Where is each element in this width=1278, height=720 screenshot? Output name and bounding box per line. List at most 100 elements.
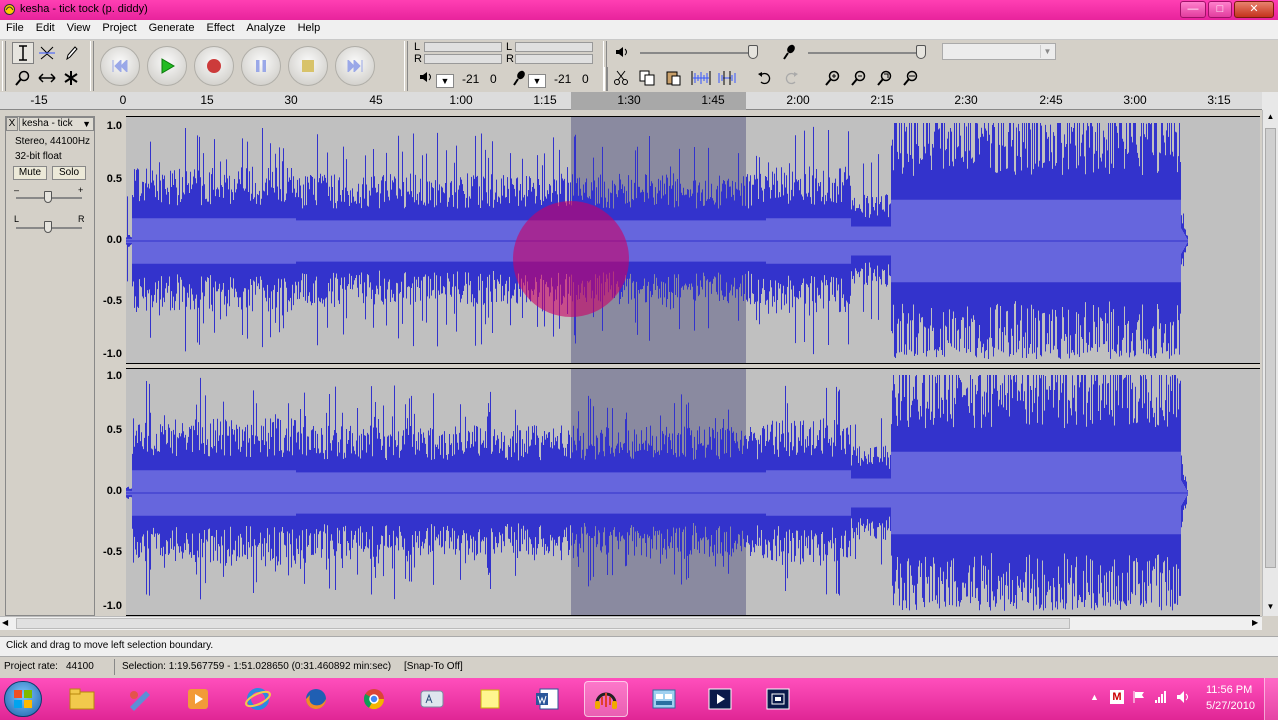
fit-project-icon[interactable] bbox=[900, 67, 922, 89]
track-name-menu[interactable]: kesha - tick ▼ bbox=[19, 117, 94, 131]
tray-m-icon[interactable]: M bbox=[1110, 690, 1124, 704]
explorer-icon[interactable] bbox=[60, 681, 104, 717]
hscrollbar-thumb[interactable] bbox=[16, 618, 1070, 629]
silence-icon[interactable] bbox=[716, 67, 738, 89]
scale-label: 0.0 bbox=[106, 485, 122, 497]
timeline-ruler[interactable]: -15 0 15 30 45 1:00 1:15 1:30 1:45 2:00 … bbox=[0, 92, 1262, 110]
i-beam-icon[interactable] bbox=[12, 42, 34, 64]
scale-label: 1.0 bbox=[106, 120, 122, 132]
language-bar-icon[interactable] bbox=[410, 681, 454, 717]
paste-icon[interactable] bbox=[662, 67, 684, 89]
scroll-down-arrow[interactable]: ▼ bbox=[1265, 602, 1276, 612]
horizontal-scrollbar[interactable]: ◀ ▶ bbox=[0, 616, 1262, 630]
envelope-icon[interactable] bbox=[36, 42, 58, 64]
divider bbox=[114, 659, 115, 675]
waveform-channel-left[interactable] bbox=[126, 116, 1260, 364]
tray-network-icon[interactable] bbox=[1154, 690, 1168, 707]
close-button[interactable]: ✕ bbox=[1234, 1, 1274, 18]
record-icon bbox=[207, 59, 221, 73]
gain-slider-thumb[interactable] bbox=[44, 191, 52, 203]
rec-meter-dropdown[interactable]: ▼ bbox=[528, 74, 546, 88]
menu-help[interactable]: Help bbox=[292, 20, 327, 38]
skip-end-button[interactable] bbox=[335, 46, 375, 86]
track-close-button[interactable]: X bbox=[6, 117, 18, 131]
copy-icon[interactable] bbox=[636, 67, 658, 89]
clock-time[interactable]: 11:56 PM bbox=[1206, 684, 1252, 696]
show-desktop-button[interactable] bbox=[1264, 678, 1278, 720]
toolbar-grip[interactable] bbox=[404, 41, 408, 91]
skip-start-button[interactable] bbox=[100, 46, 140, 86]
menu-view[interactable]: View bbox=[61, 20, 97, 38]
media-player-icon[interactable] bbox=[698, 681, 742, 717]
word-icon[interactable] bbox=[526, 681, 570, 717]
asterisk-icon[interactable] bbox=[60, 67, 82, 89]
chrome-icon[interactable] bbox=[352, 681, 396, 717]
double-arrow-icon[interactable] bbox=[36, 67, 58, 89]
pan-right-label: R bbox=[78, 214, 85, 224]
pan-slider-thumb[interactable] bbox=[44, 221, 52, 233]
start-button[interactable] bbox=[4, 681, 42, 717]
audacity-taskbar-icon[interactable] bbox=[584, 681, 628, 717]
screen-recorder-icon[interactable] bbox=[756, 681, 800, 717]
play-button[interactable] bbox=[147, 46, 187, 86]
zoom-in-icon[interactable] bbox=[822, 67, 844, 89]
undo-icon[interactable] bbox=[754, 67, 776, 89]
play-meter-right bbox=[424, 54, 502, 64]
scrollbar-thumb[interactable] bbox=[1265, 128, 1276, 568]
sticky-notes-icon[interactable] bbox=[468, 681, 512, 717]
input-volume-slider[interactable] bbox=[808, 52, 926, 54]
mouse-cursor-highlight bbox=[513, 201, 629, 317]
tray-expand-icon[interactable]: ▲ bbox=[1090, 692, 1099, 702]
ruler-tick-label: 2:15 bbox=[870, 93, 894, 107]
tray-volume-icon[interactable] bbox=[1176, 690, 1192, 707]
minimize-button[interactable]: — bbox=[1180, 1, 1206, 18]
menu-file[interactable]: File bbox=[0, 20, 30, 38]
taskbar: ▲ M 11:56 PM 5/27/2010 bbox=[0, 678, 1278, 720]
magnifier-icon[interactable] bbox=[12, 67, 34, 89]
window-title: kesha - tick tock (p. diddy) bbox=[20, 3, 148, 15]
redo-icon[interactable] bbox=[780, 67, 802, 89]
maximize-button[interactable]: □ bbox=[1208, 1, 1232, 18]
paint-icon[interactable] bbox=[118, 681, 162, 717]
menu-project[interactable]: Project bbox=[96, 20, 142, 38]
track-control-panel: X kesha - tick ▼ Stereo, 44100Hz 32-bit … bbox=[5, 116, 95, 616]
toolbar-grip[interactable] bbox=[2, 41, 6, 91]
pencil-icon[interactable] bbox=[60, 42, 82, 64]
internet-explorer-icon[interactable] bbox=[236, 681, 280, 717]
menu-effect[interactable]: Effect bbox=[200, 20, 240, 38]
play-meter-left-label: L bbox=[414, 41, 421, 53]
output-volume-thumb[interactable] bbox=[748, 45, 758, 59]
control-panel-icon[interactable] bbox=[642, 681, 686, 717]
input-volume-thumb[interactable] bbox=[916, 45, 926, 59]
record-button[interactable] bbox=[194, 46, 234, 86]
scroll-right-arrow[interactable]: ▶ bbox=[1252, 618, 1258, 627]
menu-edit[interactable]: Edit bbox=[30, 20, 61, 38]
scroll-up-arrow[interactable]: ▲ bbox=[1265, 112, 1276, 122]
fit-selection-icon[interactable] bbox=[874, 67, 896, 89]
menu-analyze[interactable]: Analyze bbox=[240, 20, 291, 38]
project-rate-value[interactable]: 44100 bbox=[66, 661, 94, 672]
output-volume-slider[interactable] bbox=[640, 52, 758, 54]
pause-button[interactable] bbox=[241, 46, 281, 86]
trim-icon[interactable] bbox=[690, 67, 712, 89]
toolbar-grip[interactable] bbox=[90, 41, 94, 91]
mute-button[interactable]: Mute bbox=[13, 166, 47, 180]
zoom-out-icon[interactable] bbox=[848, 67, 870, 89]
toolbar-grip[interactable] bbox=[604, 67, 608, 91]
input-source-select[interactable]: ▼ bbox=[942, 43, 1056, 60]
vertical-scrollbar[interactable]: ▲ ▼ bbox=[1262, 110, 1278, 616]
toolbar-area: L R L R ▼ -21 0 ▼ -21 0 ▼ bbox=[0, 40, 1278, 92]
solo-button[interactable]: Solo bbox=[52, 166, 86, 180]
rec-meter-db: -21 bbox=[554, 72, 572, 86]
scroll-left-arrow[interactable]: ◀ bbox=[2, 618, 8, 627]
waveform-channel-right[interactable] bbox=[126, 368, 1260, 616]
media-center-icon[interactable] bbox=[176, 681, 220, 717]
play-meter-dropdown[interactable]: ▼ bbox=[436, 74, 454, 88]
stop-button[interactable] bbox=[288, 46, 328, 86]
menu-generate[interactable]: Generate bbox=[143, 20, 201, 38]
tray-flag-icon[interactable] bbox=[1132, 690, 1146, 707]
clock-date[interactable]: 5/27/2010 bbox=[1206, 700, 1255, 712]
cut-icon[interactable] bbox=[610, 67, 632, 89]
firefox-icon[interactable] bbox=[294, 681, 338, 717]
ruler-tick-label: 1:30 bbox=[617, 93, 641, 107]
